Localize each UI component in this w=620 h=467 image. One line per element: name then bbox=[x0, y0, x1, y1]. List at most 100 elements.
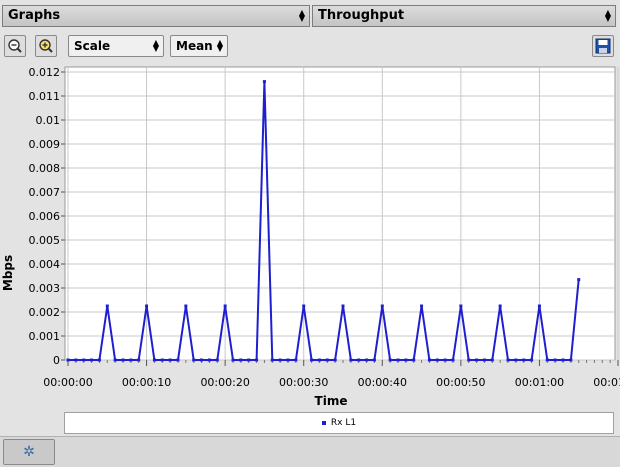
data-point bbox=[498, 304, 502, 308]
x-tick-label: 00:00:40 bbox=[358, 376, 407, 389]
y-tick-label: 0.002 bbox=[29, 306, 61, 319]
legend-marker bbox=[321, 420, 326, 425]
data-point bbox=[553, 358, 557, 362]
y-tick-label: 0.006 bbox=[29, 210, 61, 223]
data-point bbox=[200, 358, 204, 362]
y-tick-label: 0.01 bbox=[36, 114, 61, 127]
x-tick-label: 00:00:00 bbox=[43, 376, 92, 389]
data-point bbox=[490, 358, 494, 362]
scale-select-label: Scale bbox=[74, 39, 111, 53]
x-tick-label: 00:00:20 bbox=[200, 376, 249, 389]
data-point bbox=[412, 358, 416, 362]
data-point bbox=[129, 358, 133, 362]
x-tick-label: 00:00:10 bbox=[122, 376, 171, 389]
y-tick-label: 0.012 bbox=[29, 66, 61, 79]
y-tick-label: 0.005 bbox=[29, 234, 61, 247]
mean-select[interactable]: Mean ▲ ▼ bbox=[170, 35, 228, 57]
throughput-combo[interactable]: Throughput ▲ ▼ bbox=[312, 5, 616, 27]
data-point bbox=[396, 358, 400, 362]
mean-select-label: Mean bbox=[176, 39, 213, 53]
zoom-out-button[interactable] bbox=[4, 35, 26, 57]
data-point bbox=[388, 358, 392, 362]
data-point bbox=[239, 358, 243, 362]
data-point bbox=[537, 304, 541, 308]
data-point bbox=[262, 80, 266, 84]
y-axis-label: Mbps bbox=[1, 255, 15, 291]
data-point bbox=[333, 358, 337, 362]
data-point bbox=[231, 358, 235, 362]
data-point bbox=[160, 358, 164, 362]
data-point bbox=[215, 358, 219, 362]
save-icon bbox=[595, 38, 611, 54]
data-point bbox=[380, 304, 384, 308]
data-point bbox=[97, 358, 101, 362]
data-point bbox=[459, 304, 463, 308]
data-point bbox=[90, 358, 94, 362]
data-point bbox=[451, 358, 455, 362]
x-tick-label: 00:01:10 bbox=[593, 376, 620, 389]
graph-tab[interactable]: ✲ bbox=[3, 439, 55, 465]
data-point bbox=[152, 358, 156, 362]
bottom-tab-bar: ✲ bbox=[0, 436, 620, 467]
save-button[interactable] bbox=[592, 35, 614, 57]
y-tick-label: 0 bbox=[53, 354, 60, 367]
data-point bbox=[522, 358, 526, 362]
data-point bbox=[561, 358, 565, 362]
data-point bbox=[82, 358, 86, 362]
data-point bbox=[467, 358, 471, 362]
data-point bbox=[482, 358, 486, 362]
x-axis-label: Time bbox=[315, 394, 348, 408]
y-tick-label: 0.003 bbox=[29, 282, 61, 295]
y-tick-label: 0.004 bbox=[29, 258, 61, 271]
data-point bbox=[443, 358, 447, 362]
data-point bbox=[294, 358, 298, 362]
data-point bbox=[349, 358, 353, 362]
data-point bbox=[514, 358, 518, 362]
data-point bbox=[145, 304, 149, 308]
data-point bbox=[365, 358, 369, 362]
data-point bbox=[168, 358, 172, 362]
select-arrows-icon: ▲ ▼ bbox=[152, 38, 160, 53]
zoom-in-icon bbox=[39, 39, 53, 53]
data-point bbox=[427, 358, 431, 362]
data-point bbox=[137, 358, 141, 362]
combo-arrows-icon: ▲ ▼ bbox=[298, 8, 306, 23]
data-point bbox=[372, 358, 376, 362]
data-point bbox=[475, 358, 479, 362]
select-arrows-icon: ▲ ▼ bbox=[216, 38, 224, 53]
data-point bbox=[506, 358, 510, 362]
data-point bbox=[530, 358, 534, 362]
data-point bbox=[66, 358, 70, 362]
network-icon: ✲ bbox=[23, 444, 35, 460]
data-point bbox=[341, 304, 345, 308]
throughput-combo-label: Throughput bbox=[318, 8, 405, 23]
graphs-combo[interactable]: Graphs ▲ ▼ bbox=[2, 5, 310, 27]
data-point bbox=[255, 358, 259, 362]
zoom-in-button[interactable] bbox=[35, 35, 57, 57]
data-point bbox=[176, 358, 180, 362]
data-point bbox=[207, 358, 211, 362]
data-point bbox=[404, 358, 408, 362]
data-point bbox=[435, 358, 439, 362]
y-tick-label: 0.007 bbox=[29, 186, 61, 199]
data-point bbox=[192, 358, 196, 362]
data-point bbox=[420, 304, 424, 308]
data-point bbox=[223, 304, 227, 308]
data-point bbox=[247, 358, 251, 362]
data-point bbox=[278, 358, 282, 362]
graphs-combo-label: Graphs bbox=[8, 8, 61, 23]
data-point bbox=[113, 358, 117, 362]
x-tick-label: 00:00:50 bbox=[436, 376, 485, 389]
scale-select[interactable]: Scale ▲ ▼ bbox=[68, 35, 164, 57]
data-point bbox=[74, 358, 78, 362]
legend-series-label: Rx L1 bbox=[330, 418, 357, 428]
legend: Rx L1 bbox=[64, 412, 614, 434]
combo-arrows-icon: ▲ ▼ bbox=[604, 8, 612, 23]
throughput-chart: 0 0.001 0.002 0.003 0.004 0.005 0.006 0.007 0.00… bbox=[1, 66, 620, 408]
zoom-out-icon bbox=[8, 39, 22, 53]
data-point bbox=[317, 358, 321, 362]
y-tick-label: 0.001 bbox=[29, 330, 61, 343]
data-point bbox=[577, 278, 581, 282]
y-tick-label: 0.008 bbox=[29, 162, 61, 175]
data-point bbox=[357, 358, 361, 362]
